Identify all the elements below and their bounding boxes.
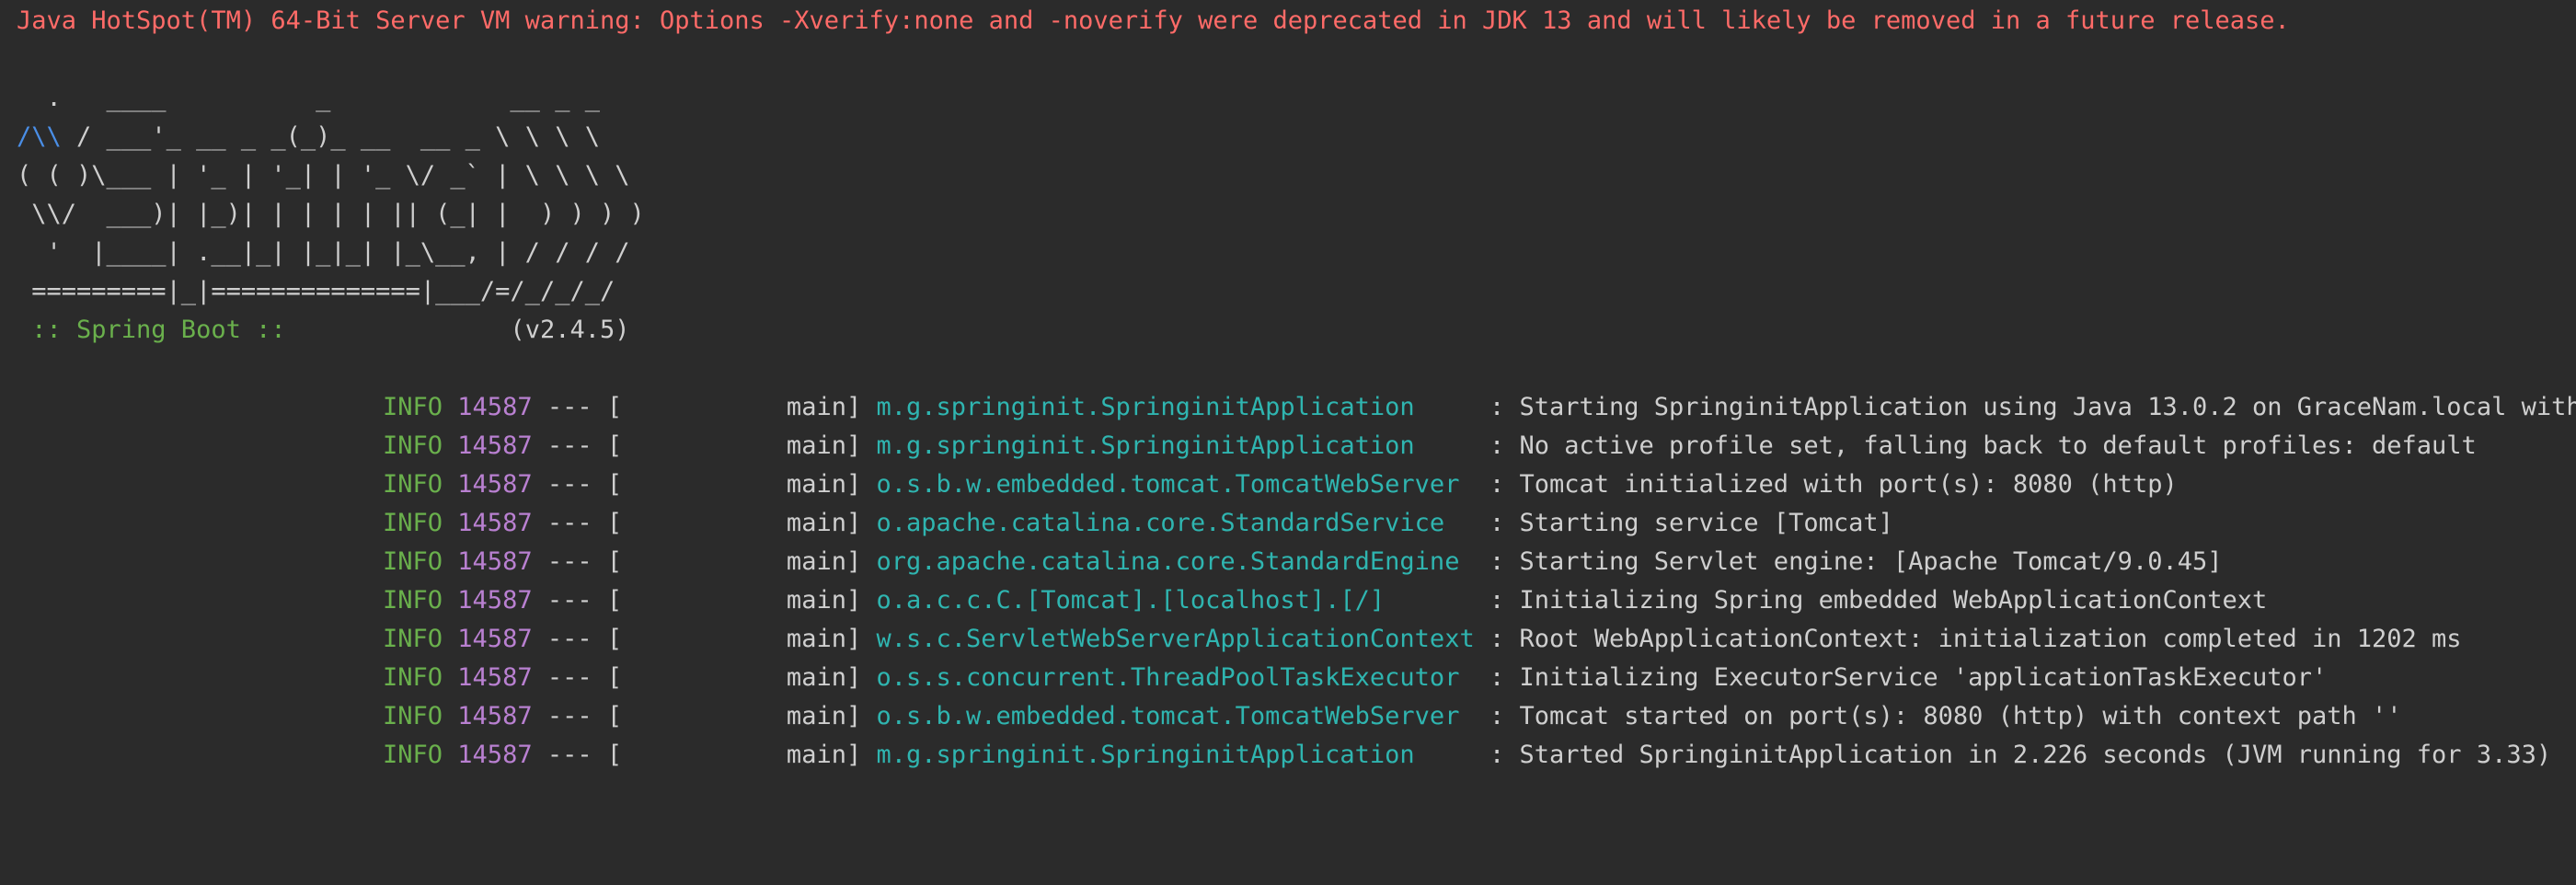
log-pid: 14587: [457, 509, 533, 537]
log-level: INFO: [383, 470, 443, 499]
log-message: : Starting service [Tomcat]: [1474, 509, 1893, 537]
log-message: : Initializing Spring embedded WebApplic…: [1474, 586, 2268, 615]
log-level: INFO: [383, 586, 443, 615]
banner-line-3: \\/ ___)| |_)| | | | | || (_| | ) ) ) ): [17, 200, 645, 228]
log-separator: --- [: [546, 702, 623, 730]
log-logger: m.g.springinit.SpringinitApplication: [876, 393, 1475, 421]
spring-boot-version-line: :: Spring Boot :: (v2.4.5): [17, 311, 629, 350]
log-separator: --- [: [546, 663, 623, 692]
log-level: INFO: [383, 663, 443, 692]
log-pid: 14587: [457, 470, 533, 499]
log-message: : Started SpringinitApplication in 2.226…: [1474, 741, 2552, 769]
banner-line-1-accent: /\\: [17, 122, 62, 151]
log-pid: 14587: [457, 625, 533, 653]
log-line: INFO 14587 --- [ main] m.g.springinit.Sp…: [383, 736, 2551, 775]
log-line: INFO 14587 --- [ main] o.s.s.concurrent.…: [383, 659, 2327, 697]
log-line: INFO 14587 --- [ main] org.apache.catali…: [383, 543, 2222, 581]
log-pid: 14587: [457, 431, 533, 460]
banner-line-5: =========|_|==============|___/=/_/_/_/: [17, 277, 615, 305]
log-level: INFO: [383, 547, 443, 576]
log-message: : Tomcat initialized with port(s): 8080 …: [1474, 470, 2178, 499]
log-pid: 14587: [457, 547, 533, 576]
log-logger: m.g.springinit.SpringinitApplication: [876, 741, 1475, 769]
log-logger: org.apache.catalina.core.StandardEngine: [876, 547, 1475, 576]
log-thread: main]: [622, 470, 862, 499]
banner-line-2: ( ( )\___ | '_ | '_| | '_ \/ _` | \ \ \ …: [17, 161, 630, 190]
spring-boot-label: :: Spring Boot ::: [17, 316, 301, 344]
log-logger: m.g.springinit.SpringinitApplication: [876, 431, 1475, 460]
log-line: INFO 14587 --- [ main] m.g.springinit.Sp…: [383, 427, 2477, 465]
log-separator: --- [: [546, 741, 623, 769]
log-level: INFO: [383, 393, 443, 421]
log-level: INFO: [383, 431, 443, 460]
log-thread: main]: [622, 625, 862, 653]
log-line: INFO 14587 --- [ main] m.g.springinit.Sp…: [383, 388, 2576, 427]
log-logger: o.s.s.concurrent.ThreadPoolTaskExecutor: [876, 663, 1475, 692]
log-separator: --- [: [546, 547, 623, 576]
log-line: INFO 14587 --- [ main] o.apache.catalina…: [383, 504, 1893, 543]
banner-line-4: ' |____| .__|_| |_|_| |_\__, | / / / /: [17, 238, 630, 267]
spring-boot-version: (v2.4.5): [300, 316, 630, 344]
log-thread: main]: [622, 393, 862, 421]
log-level: INFO: [383, 741, 443, 769]
log-pid: 14587: [457, 702, 533, 730]
log-message: : Starting SpringinitApplication using J…: [1474, 393, 2576, 421]
banner-line-1: /\\ / ___'_ __ _ _(_)_ __ __ _ \ \ \ \: [17, 118, 600, 156]
log-separator: --- [: [546, 625, 623, 653]
log-thread: main]: [622, 547, 862, 576]
log-level: INFO: [383, 625, 443, 653]
log-message: : Initializing ExecutorService 'applicat…: [1474, 663, 2328, 692]
log-line: INFO 14587 --- [ main] w.s.c.ServletWebS…: [383, 620, 2462, 659]
log-line: INFO 14587 --- [ main] o.s.b.w.embedded.…: [383, 465, 2178, 504]
log-level: INFO: [383, 509, 443, 537]
log-pid: 14587: [457, 663, 533, 692]
log-line: INFO 14587 --- [ main] o.a.c.c.C.[Tomcat…: [383, 581, 2267, 620]
log-logger: o.apache.catalina.core.StandardService: [876, 509, 1475, 537]
log-line: INFO 14587 --- [ main] o.s.b.w.embedded.…: [383, 697, 2402, 736]
banner-line-1-rest: / ___'_ __ _ _(_)_ __ __ _ \ \ \ \: [61, 122, 600, 151]
log-logger: w.s.c.ServletWebServerApplicationContext: [876, 625, 1475, 653]
log-thread: main]: [622, 663, 862, 692]
log-message: : No active profile set, falling back to…: [1474, 431, 2477, 460]
log-logger: o.s.b.w.embedded.tomcat.TomcatWebServer: [876, 702, 1475, 730]
log-thread: main]: [622, 586, 862, 615]
log-separator: --- [: [546, 470, 623, 499]
log-thread: main]: [622, 431, 862, 460]
log-thread: main]: [622, 509, 862, 537]
log-separator: --- [: [546, 393, 623, 421]
log-message: : Tomcat started on port(s): 8080 (http)…: [1474, 702, 2402, 730]
banner-line-0: . ____ _ __ _ _: [17, 84, 600, 112]
log-message: : Root WebApplicationContext: initializa…: [1474, 625, 2462, 653]
log-pid: 14587: [457, 393, 533, 421]
log-separator: --- [: [546, 586, 623, 615]
log-message: : Starting Servlet engine: [Apache Tomca…: [1474, 547, 2223, 576]
log-separator: --- [: [546, 431, 623, 460]
log-thread: main]: [622, 741, 862, 769]
jvm-warning-line: Java HotSpot(TM) 64-Bit Server VM warnin…: [17, 6, 2290, 35]
log-pid: 14587: [457, 741, 533, 769]
log-level: INFO: [383, 702, 443, 730]
console-output[interactable]: Java HotSpot(TM) 64-Bit Server VM warnin…: [0, 0, 2576, 885]
log-logger: o.a.c.c.C.[Tomcat].[localhost].[/]: [876, 586, 1475, 615]
log-logger: o.s.b.w.embedded.tomcat.TomcatWebServer: [876, 470, 1475, 499]
log-pid: 14587: [457, 586, 533, 615]
log-thread: main]: [622, 702, 862, 730]
log-separator: --- [: [546, 509, 623, 537]
